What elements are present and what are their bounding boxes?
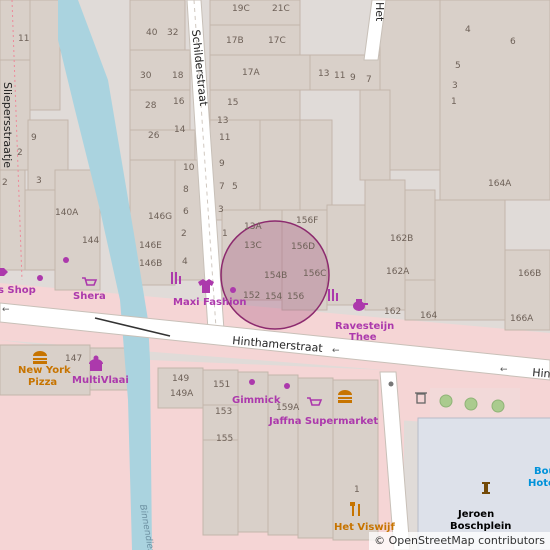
svg-text:←: ← (500, 365, 508, 375)
svg-text:164: 164 (420, 311, 437, 321)
svg-text:19C: 19C (232, 4, 250, 14)
svg-text:162A: 162A (386, 267, 410, 277)
poi-label-pizza: Pizza (28, 377, 57, 388)
svg-text:28: 28 (145, 101, 157, 111)
poi-label-ravesteijn: Ravesteijn (335, 321, 394, 332)
svg-text:2: 2 (181, 229, 187, 239)
svg-text:153: 153 (215, 407, 232, 417)
poi-label-thee: Thee (349, 332, 377, 343)
svg-text:17A: 17A (242, 68, 260, 78)
poi-label-multivlaai: MultiVlaai (72, 375, 129, 386)
svg-text:30: 30 (140, 71, 152, 81)
svg-text:4: 4 (465, 25, 471, 35)
svg-text:21C: 21C (272, 4, 290, 14)
svg-text:16: 16 (173, 97, 185, 107)
svg-text:←: ← (2, 305, 10, 315)
svg-text:15: 15 (227, 98, 238, 108)
svg-text:2: 2 (17, 148, 23, 158)
svg-text:7: 7 (219, 182, 225, 192)
svg-text:13C: 13C (244, 241, 262, 251)
svg-text:11: 11 (334, 71, 345, 81)
svg-text:2: 2 (2, 178, 8, 188)
svg-text:156: 156 (287, 292, 304, 302)
svg-text:6: 6 (183, 207, 189, 217)
svg-text:11: 11 (18, 34, 29, 44)
poi-label-shera: Shera (73, 291, 106, 302)
svg-text:155: 155 (216, 434, 233, 444)
svg-text:1: 1 (451, 97, 457, 107)
svg-text:156D: 156D (291, 242, 315, 252)
poi-label-boschplein: Boschplein (450, 521, 511, 532)
svg-text:146G: 146G (148, 212, 172, 222)
hinthamerstraat-label-cut: Hint (532, 366, 550, 381)
poi-label-new-york: New York (18, 365, 71, 376)
svg-text:3: 3 (36, 176, 42, 186)
svg-text:10: 10 (183, 163, 195, 173)
svg-text:156F: 156F (296, 216, 318, 226)
svg-text:5: 5 (232, 182, 238, 192)
svg-text:17B: 17B (226, 36, 244, 46)
svg-text:8: 8 (183, 185, 189, 195)
svg-text:156C: 156C (303, 269, 326, 279)
sliepersstraatje-label: Sliepersstraatje (1, 82, 14, 168)
top-street-label: Het (373, 2, 386, 22)
svg-text:9: 9 (31, 133, 37, 143)
map-canvas[interactable]: Binnendieze Schilderstraat Sliepersstraa… (0, 0, 550, 550)
svg-text:154: 154 (265, 292, 282, 302)
poi-label-gimmick: Gimmick (232, 395, 281, 406)
svg-text:149: 149 (172, 374, 189, 384)
svg-text:40: 40 (146, 28, 158, 38)
svg-text:11: 11 (219, 133, 230, 143)
svg-text:13: 13 (217, 116, 228, 126)
map-attribution[interactable]: © OpenStreetMap contributors (369, 532, 550, 550)
svg-text:166B: 166B (518, 269, 541, 279)
svg-text:146B: 146B (139, 259, 162, 269)
svg-text:144: 144 (82, 236, 99, 246)
poi-label-bou: Bou (534, 466, 550, 477)
svg-text:13A: 13A (244, 222, 262, 232)
svg-text:32: 32 (167, 28, 178, 38)
svg-text:←: ← (332, 346, 340, 356)
poi-label-maxi-fashion: Maxi Fashion (173, 297, 247, 308)
svg-text:166A: 166A (510, 314, 534, 324)
svg-text:162: 162 (384, 307, 401, 317)
poi-label-s-shop: s Shop (0, 285, 36, 296)
poi-label-hote: Hote (528, 478, 550, 489)
svg-text:149A: 149A (170, 389, 194, 399)
svg-text:162B: 162B (390, 234, 413, 244)
svg-text:146E: 146E (139, 241, 162, 251)
svg-text:164A: 164A (488, 179, 512, 189)
svg-text:13: 13 (318, 69, 329, 79)
svg-text:147: 147 (65, 354, 82, 364)
svg-text:5: 5 (455, 61, 461, 71)
svg-text:7: 7 (366, 75, 372, 85)
svg-text:3: 3 (452, 81, 458, 91)
svg-text:1: 1 (222, 229, 228, 239)
svg-text:3: 3 (218, 205, 224, 215)
poi-label-jeroen: Jeroen (457, 509, 494, 520)
svg-text:9: 9 (219, 159, 225, 169)
svg-text:151: 151 (213, 380, 230, 390)
svg-text:140A: 140A (55, 208, 79, 218)
svg-text:26: 26 (148, 131, 160, 141)
poi-label-jaffna: Jaffna Supermarket (268, 416, 378, 427)
svg-text:14: 14 (174, 125, 186, 135)
svg-text:4: 4 (182, 257, 188, 267)
shop-dot-icon[interactable] (388, 381, 394, 387)
svg-text:9: 9 (350, 73, 356, 83)
svg-text:154B: 154B (264, 271, 287, 281)
svg-text:17C: 17C (268, 36, 286, 46)
svg-text:6: 6 (510, 37, 516, 47)
svg-text:1: 1 (354, 485, 360, 495)
svg-text:18: 18 (172, 71, 184, 81)
